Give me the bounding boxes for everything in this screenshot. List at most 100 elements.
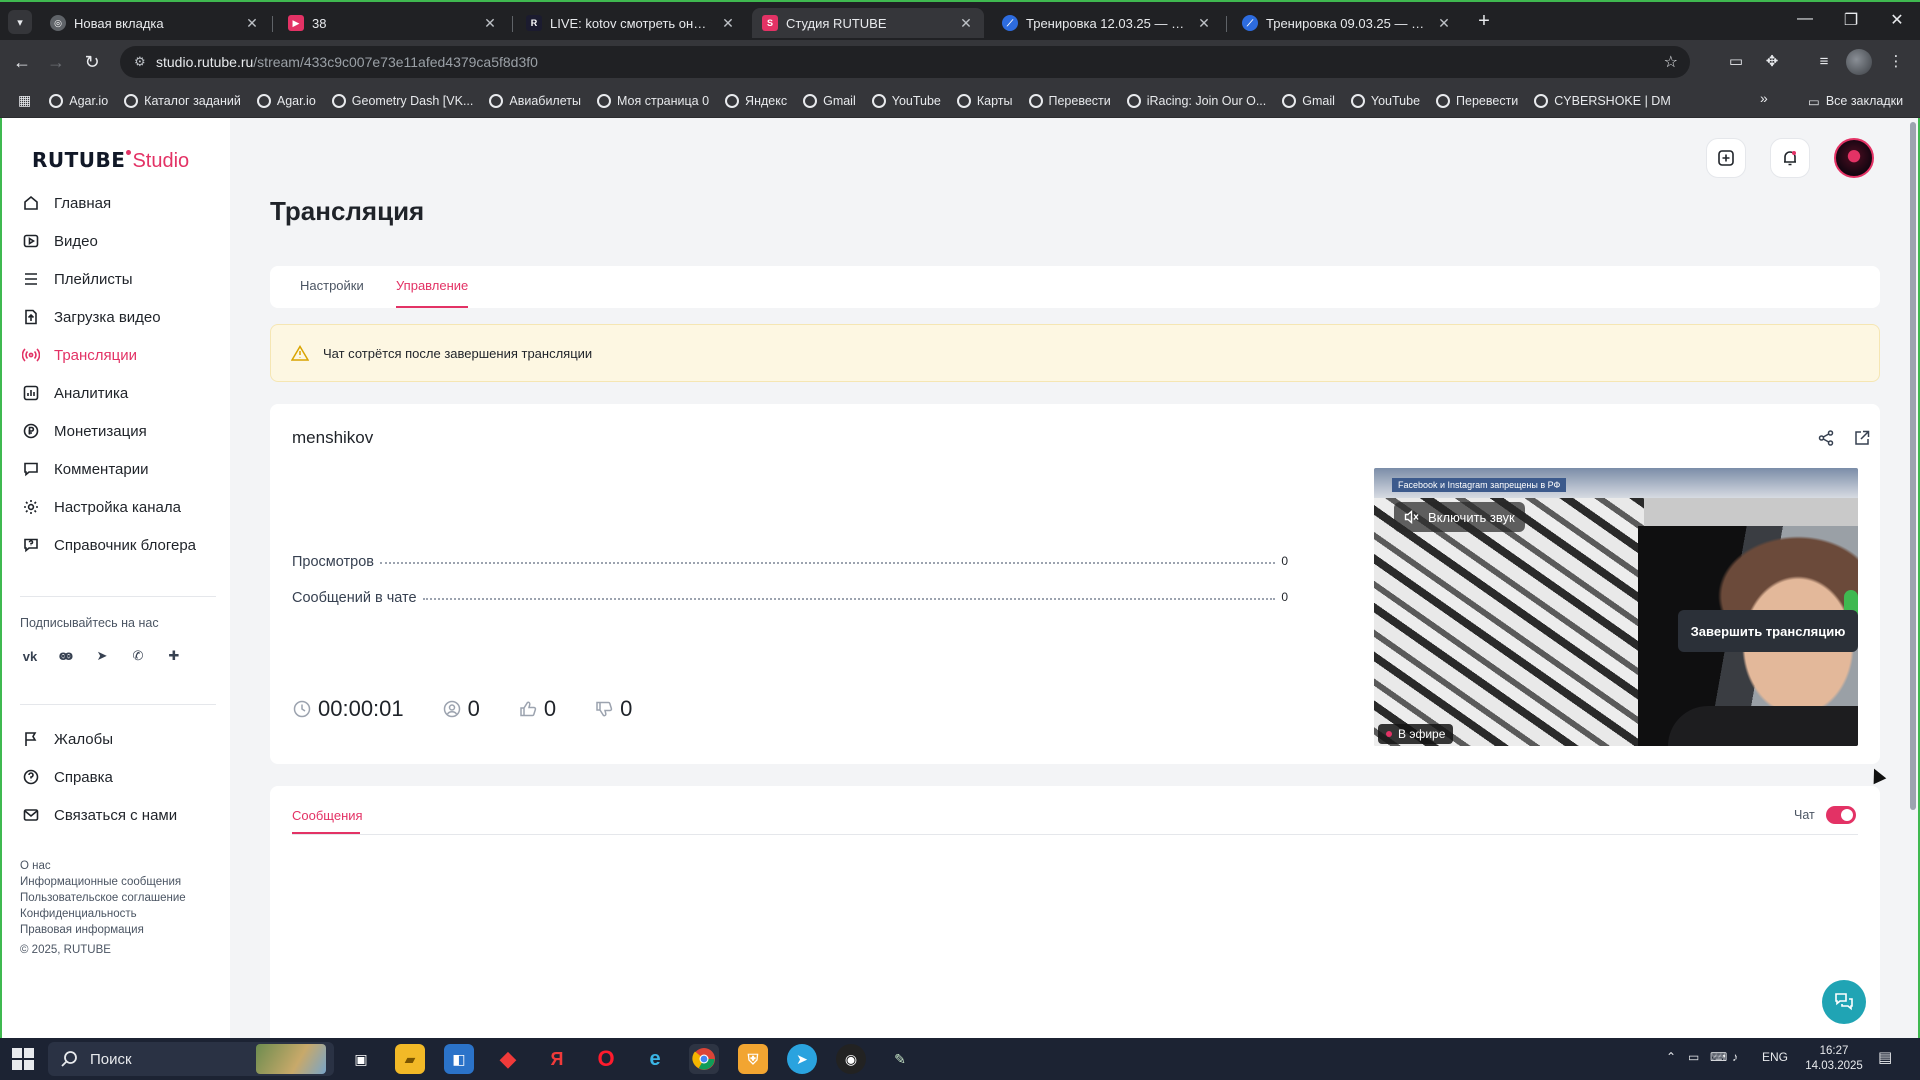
telegram-icon[interactable]: ➤ xyxy=(787,1044,817,1074)
footer-link-about[interactable]: О нас xyxy=(20,858,186,874)
browser-tab[interactable]: ⟋ Тренировка 12.03.25 — Яндекс ✕ xyxy=(992,8,1222,38)
plus-icon[interactable]: ✚ xyxy=(164,646,184,666)
sidebar-item-monetization[interactable]: Монетизация xyxy=(2,412,230,450)
footer-link-info[interactable]: Информационные сообщения xyxy=(20,874,186,890)
tab-management[interactable]: Управление xyxy=(396,278,468,293)
cast-icon[interactable]: ▭ xyxy=(1724,50,1748,74)
rutube-studio-logo[interactable]: RUTUBE Studio xyxy=(32,148,189,172)
bookmark-item[interactable]: Перевести xyxy=(1428,88,1526,114)
bookmark-item[interactable]: Перевести xyxy=(1021,88,1119,114)
app-red-diamond-icon[interactable]: ◆ xyxy=(493,1044,523,1074)
browser-tab[interactable]: ⟋ Тренировка 09.03.25 — Яндекс ✕ xyxy=(1232,8,1462,38)
bookmark-item[interactable]: CYBERSHOKE | DM xyxy=(1526,88,1678,114)
notifications-button[interactable] xyxy=(1770,138,1810,178)
pen-app-icon[interactable]: ✎ xyxy=(885,1044,915,1074)
bookmark-item[interactable]: Gmail xyxy=(1274,88,1343,114)
opera-icon[interactable]: O xyxy=(591,1044,621,1074)
minimize-icon[interactable]: — xyxy=(1790,10,1820,28)
bookmark-item[interactable]: Agar.io xyxy=(41,88,116,114)
media-control-icon[interactable]: ≡ xyxy=(1812,50,1836,74)
close-icon[interactable]: ✕ xyxy=(958,15,974,32)
close-icon[interactable]: ✕ xyxy=(244,15,260,32)
all-bookmarks-button[interactable]: ▭ Все закладки xyxy=(1808,90,1903,112)
sidebar-item-video[interactable]: Видео xyxy=(2,222,230,260)
bookmark-item[interactable]: Моя страница 0 xyxy=(589,88,717,114)
sidebar-item-complaints[interactable]: Жалобы xyxy=(2,720,230,758)
close-icon[interactable]: ✕ xyxy=(1436,15,1452,32)
support-chat-button[interactable] xyxy=(1822,980,1866,1024)
file-explorer-icon[interactable]: ▰ xyxy=(395,1044,425,1074)
reload-icon[interactable]: ↻ xyxy=(80,50,104,74)
stream-preview-player[interactable]: Facebook и Instagram запрещены в РФ Вклю… xyxy=(1374,468,1858,746)
url-input[interactable]: ⚙ studio.rutube.ru/stream/433c9c007e73e1… xyxy=(120,46,1690,78)
bookmark-item[interactable]: iRacing: Join Our O... xyxy=(1119,88,1275,114)
tray-chevron-icon[interactable]: ⌃ xyxy=(1666,1050,1676,1064)
network-icon[interactable]: ⌨ xyxy=(1710,1050,1727,1064)
vk-icon[interactable]: vk xyxy=(20,646,40,666)
notification-center-icon[interactable]: ▤ xyxy=(1878,1048,1892,1066)
page-scrollbar[interactable] xyxy=(1906,118,1918,1038)
bookmark-item[interactable]: Яндекс xyxy=(717,88,795,114)
sidebar-item-comments[interactable]: Комментарии xyxy=(2,450,230,488)
tab-search-dropdown-icon[interactable]: ▾ xyxy=(8,10,32,34)
yandex-browser-icon[interactable]: Я xyxy=(542,1044,572,1074)
browser-profile-avatar[interactable] xyxy=(1846,49,1872,75)
obs-icon[interactable]: ◉ xyxy=(836,1044,866,1074)
footer-link-legal[interactable]: Правовая информация xyxy=(20,922,186,938)
more-bookmarks-chevron-icon[interactable]: » xyxy=(1760,90,1768,106)
windows-start-icon[interactable] xyxy=(12,1048,34,1070)
extensions-puzzle-icon[interactable]: ✥ xyxy=(1760,50,1784,74)
browser-tab-active[interactable]: S Студия RUTUBE ✕ xyxy=(752,8,984,38)
volume-icon[interactable]: ♪ xyxy=(1732,1050,1738,1064)
language-indicator[interactable]: ENG xyxy=(1762,1050,1788,1064)
bookmark-item[interactable]: Agar.io xyxy=(249,88,324,114)
bookmark-star-icon[interactable]: ☆ xyxy=(1664,52,1678,72)
share-icon[interactable] xyxy=(1814,426,1838,450)
bookmark-item[interactable]: YouTube xyxy=(1343,88,1428,114)
browser-tab[interactable]: R LIVE: kotov смотреть онлайн в ✕ xyxy=(516,8,746,38)
sidebar-item-channel-settings[interactable]: Настройка канала xyxy=(2,488,230,526)
task-view-icon[interactable]: ▣ xyxy=(346,1044,376,1074)
avatar[interactable] xyxy=(1834,138,1874,178)
edge-icon[interactable]: e xyxy=(640,1044,670,1074)
browser-menu-icon[interactable]: ⋮ xyxy=(1884,50,1908,74)
browser-tab[interactable]: ▶ 38 ✕ xyxy=(278,8,508,38)
telegram-icon[interactable]: ➤ xyxy=(92,646,112,666)
chrome-icon[interactable] xyxy=(689,1044,719,1074)
tab-messages[interactable]: Сообщения xyxy=(292,808,363,823)
window-close-icon[interactable]: ✕ xyxy=(1882,10,1912,30)
bookmark-item[interactable]: YouTube xyxy=(864,88,949,114)
bookmark-item[interactable]: Gmail xyxy=(795,88,864,114)
sidebar-item-help[interactable]: Справка xyxy=(2,758,230,796)
ok-icon[interactable]: ꙭ xyxy=(56,646,76,666)
browser-tab[interactable]: ◎ Новая вкладка ✕ xyxy=(40,8,270,38)
close-icon[interactable]: ✕ xyxy=(1196,15,1212,32)
sidebar-item-contact[interactable]: Связаться с нами xyxy=(2,796,230,834)
site-info-icon[interactable]: ⚙ xyxy=(134,54,146,70)
back-arrow-icon[interactable]: ← xyxy=(10,50,34,74)
close-icon[interactable]: ✕ xyxy=(482,15,498,32)
open-external-icon[interactable] xyxy=(1850,426,1874,450)
store-icon[interactable]: ◧ xyxy=(444,1044,474,1074)
sidebar-item-blogger-guide[interactable]: Справочник блогера xyxy=(2,526,230,564)
sidebar-item-upload[interactable]: Загрузка видео xyxy=(2,298,230,336)
sidebar-item-playlists[interactable]: Плейлисты xyxy=(2,260,230,298)
scrollbar-thumb[interactable] xyxy=(1910,122,1916,810)
create-button[interactable] xyxy=(1706,138,1746,178)
tray-camera-icon[interactable]: ▭ xyxy=(1688,1050,1699,1064)
apps-grid-icon[interactable]: ▦ xyxy=(14,92,41,109)
bookmark-item[interactable]: Карты xyxy=(949,88,1021,114)
restore-icon[interactable]: ❐ xyxy=(1836,10,1866,30)
unmute-button[interactable]: Включить звук xyxy=(1394,502,1525,532)
taskbar-search-input[interactable]: Поиск xyxy=(48,1042,334,1076)
shield-app-icon[interactable]: ⛨ xyxy=(738,1044,768,1074)
end-stream-button[interactable]: Завершить трансляцию xyxy=(1678,610,1858,652)
forward-arrow-icon[interactable]: → xyxy=(44,50,68,74)
footer-link-terms[interactable]: Пользовательское соглашение xyxy=(20,890,186,906)
taskbar-clock[interactable]: 16:27 14.03.2025 xyxy=(1804,1044,1864,1074)
sidebar-item-analytics[interactable]: Аналитика xyxy=(2,374,230,412)
bookmark-item[interactable]: Каталог заданий xyxy=(116,88,249,114)
sidebar-item-broadcasts[interactable]: Трансляции xyxy=(2,336,230,374)
footer-link-privacy[interactable]: Конфиденциальность xyxy=(20,906,186,922)
tab-settings[interactable]: Настройки xyxy=(300,278,364,293)
